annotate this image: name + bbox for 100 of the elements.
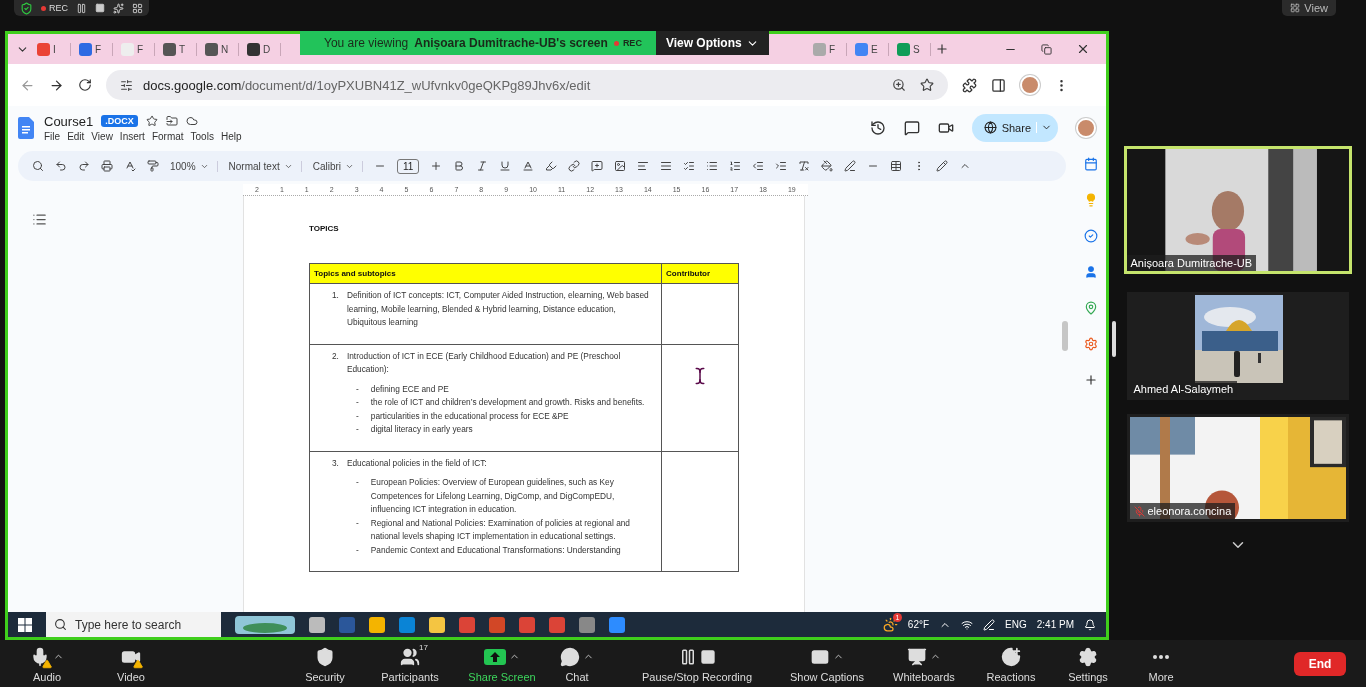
- contacts-icon[interactable]: [1084, 265, 1098, 279]
- network-icon[interactable]: [961, 618, 974, 631]
- zoom-icon[interactable]: [892, 78, 906, 92]
- star-icon[interactable]: [145, 115, 158, 127]
- indent-increase-icon[interactable]: [775, 160, 788, 172]
- browser-tab[interactable]: N: [201, 42, 239, 56]
- new-tab-icon[interactable]: [935, 42, 949, 56]
- italic-icon[interactable]: [476, 160, 489, 172]
- undo-icon[interactable]: [55, 160, 67, 172]
- toolbar-button[interactable]: Video: [106, 644, 156, 683]
- taskbar-app-icon[interactable]: [399, 616, 415, 633]
- end-button[interactable]: End: [1294, 651, 1346, 676]
- toolbar-button[interactable]: Show Captions: [782, 644, 872, 683]
- site-info-icon[interactable]: [120, 78, 133, 92]
- profile-avatar[interactable]: [1076, 117, 1096, 138]
- taskbar-app-icon[interactable]: [309, 616, 325, 633]
- browser-tab[interactable]: T: [159, 42, 197, 56]
- browser-tab[interactable]: F: [117, 42, 155, 56]
- weather-icon[interactable]: [882, 617, 898, 632]
- menu-item[interactable]: Format: [151, 130, 184, 142]
- close-icon[interactable]: [1076, 42, 1090, 56]
- side-panel-icon[interactable]: [991, 77, 1006, 93]
- tasks-icon[interactable]: [1084, 229, 1098, 243]
- browser-tab[interactable]: F: [75, 42, 113, 56]
- editing-mode-icon[interactable]: [936, 160, 949, 172]
- font-select[interactable]: Calibri: [312, 160, 364, 172]
- extensions-icon[interactable]: [962, 77, 977, 93]
- pause-icon[interactable]: [76, 2, 87, 14]
- scrollbar-thumb[interactable]: [1062, 321, 1068, 351]
- pen-icon[interactable]: [983, 618, 996, 631]
- history-icon[interactable]: [869, 119, 886, 136]
- style-select[interactable]: Normal text: [228, 160, 302, 172]
- toolbar-button[interactable]: Chat: [552, 644, 602, 683]
- bold-icon[interactable]: [453, 160, 466, 172]
- menu-item[interactable]: Insert: [119, 130, 145, 142]
- document-title[interactable]: Course1: [44, 113, 94, 129]
- toolbar-button[interactable]: 17 Participants: [374, 644, 446, 683]
- add-comment-icon[interactable]: [591, 160, 604, 172]
- add-icon[interactable]: [1084, 373, 1098, 387]
- calendar-icon[interactable]: [1084, 157, 1098, 171]
- zoom-select[interactable]: 100%: [170, 160, 218, 172]
- view-options-button[interactable]: View Options: [655, 31, 769, 55]
- toolbar-button[interactable]: Share Screen: [462, 644, 542, 683]
- browser-tab[interactable]: I: [33, 42, 71, 56]
- toolbar-button[interactable]: Reactions: [976, 644, 1046, 683]
- font-size-field[interactable]: 11: [397, 158, 420, 174]
- border-color-icon[interactable]: [844, 160, 857, 172]
- sparkle-icon[interactable]: [113, 2, 124, 14]
- increase-size-icon[interactable]: [430, 160, 443, 172]
- bookmark-star-icon[interactable]: [920, 78, 934, 92]
- bulleted-list-icon[interactable]: [706, 160, 719, 172]
- align-left-icon[interactable]: [637, 160, 650, 172]
- toolbar-button[interactable]: More: [1136, 644, 1186, 683]
- language-indicator[interactable]: ENG: [1005, 619, 1027, 630]
- view-button[interactable]: View: [1282, 0, 1336, 16]
- forward-icon[interactable]: [49, 77, 64, 93]
- cloud-icon[interactable]: [185, 115, 198, 127]
- profile-avatar[interactable]: [1020, 75, 1040, 95]
- indent-decrease-icon[interactable]: [752, 160, 765, 172]
- highlighter-icon[interactable]: [545, 160, 558, 172]
- table-icon[interactable]: [890, 160, 903, 172]
- browser-tab[interactable]: F: [809, 42, 847, 56]
- clear-formatting-icon[interactable]: [798, 160, 811, 172]
- restore-icon[interactable]: [1041, 43, 1052, 55]
- start-icon[interactable]: [18, 617, 32, 632]
- menu-item[interactable]: View: [91, 130, 113, 142]
- taskbar-app-icon[interactable]: [369, 616, 385, 633]
- move-folder-icon[interactable]: [165, 115, 178, 127]
- underline-icon[interactable]: [499, 160, 512, 172]
- toolbar-button[interactable]: Audio: [22, 644, 72, 683]
- image-icon[interactable]: [614, 160, 627, 172]
- taskbar-search-field[interactable]: Type here to search: [46, 612, 221, 637]
- share-button[interactable]: Share: [971, 113, 1058, 142]
- docs-logo-icon[interactable]: [18, 116, 34, 139]
- checklist-icon[interactable]: [683, 160, 696, 172]
- browser-tab[interactable]: D: [243, 42, 281, 56]
- outline-icon[interactable]: [32, 212, 47, 227]
- taskbar-app-icon[interactable]: [429, 616, 445, 633]
- redo-icon[interactable]: [78, 160, 90, 172]
- menu-item[interactable]: Help: [220, 130, 242, 142]
- grid-icon[interactable]: [132, 2, 143, 14]
- address-field[interactable]: docs.google.com/document/d/1oyPXUBN41Z_wUfvnkv0geQKPg89Jhv6x/edit: [106, 70, 948, 100]
- menu-item[interactable]: Edit: [67, 130, 85, 142]
- line-spacing-icon[interactable]: [660, 160, 673, 172]
- text-color-icon[interactable]: [522, 160, 535, 172]
- toolbar-button[interactable]: Security: [296, 644, 354, 683]
- back-icon[interactable]: [20, 77, 35, 93]
- toolbar-button[interactable]: Settings: [1058, 644, 1118, 683]
- browser-tab[interactable]: S: [893, 42, 931, 56]
- taskbar-app-icon[interactable]: [609, 616, 625, 633]
- search-highlight-icon[interactable]: [235, 615, 295, 634]
- toolbar-button[interactable]: Pause/Stop Recording: [632, 644, 762, 683]
- clock-time[interactable]: 2:41 PM: [1036, 619, 1074, 630]
- paint-format-icon[interactable]: [147, 160, 159, 172]
- browser-tab[interactable]: E: [851, 42, 889, 56]
- toolbar-button[interactable]: Whiteboards: [884, 644, 964, 683]
- menu-item[interactable]: File: [44, 130, 61, 142]
- search-icon[interactable]: [32, 160, 44, 172]
- comments-icon[interactable]: [903, 119, 920, 136]
- print-icon[interactable]: [101, 160, 113, 172]
